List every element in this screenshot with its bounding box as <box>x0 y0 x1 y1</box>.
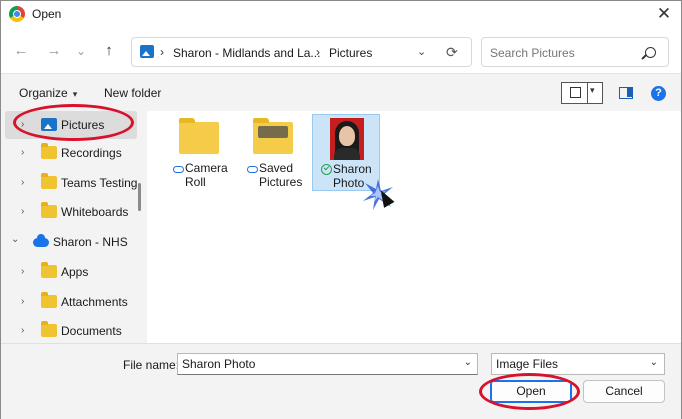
file-name: Camera Roll <box>185 161 228 189</box>
folder-icon <box>41 173 57 189</box>
dialog-footer: File name: Sharon Photo ⌄ Image Files ⌄ … <box>1 343 681 419</box>
folder-icon <box>41 292 57 308</box>
recent-locations-button[interactable]: ⌄ <box>71 41 91 61</box>
chevron-down-icon: ▾ <box>72 89 78 99</box>
file-name-input[interactable]: Sharon Photo ⌄ <box>177 353 478 375</box>
sidebar-item-label: Recordings <box>61 146 122 160</box>
sidebar-item-recordings[interactable]: › Recordings <box>5 139 137 167</box>
up-button[interactable]: ↑ <box>99 41 119 61</box>
address-history-dropdown[interactable]: ⌄ <box>417 45 426 58</box>
help-icon[interactable]: ? <box>651 86 666 101</box>
sidebar-item-label: Documents <box>61 324 122 338</box>
pictures-folder-icon <box>253 118 293 154</box>
chevron-right-icon[interactable]: › <box>21 325 24 336</box>
folder-icon <box>41 262 57 278</box>
folder-icon <box>41 143 57 159</box>
search-placeholder: Search Pictures <box>490 46 575 60</box>
search-input[interactable]: Search Pictures <box>481 37 669 67</box>
file-item-saved-pictures[interactable]: Saved Pictures <box>239 114 307 191</box>
dialog-title: Open <box>32 7 62 21</box>
chevron-right-icon[interactable]: › <box>21 147 24 158</box>
chevron-down-icon[interactable]: ⌄ <box>11 234 19 245</box>
breadcrumb-pictures[interactable]: Pictures <box>329 46 372 60</box>
search-icon <box>645 47 656 58</box>
chevron-right-icon[interactable]: › <box>21 206 24 217</box>
file-name-value: Sharon Photo <box>182 357 256 371</box>
change-view-button[interactable]: ▾ <box>561 82 603 104</box>
sidebar-item-label: Pictures <box>61 118 105 132</box>
chevron-down-icon: ⌄ <box>649 357 658 368</box>
view-options-dropdown[interactable]: ▾ <box>590 85 595 96</box>
open-file-dialog: Open ✕ ← → ⌄ ↑ › Sharon - Midlands and L… <box>0 0 682 419</box>
sidebar-item-sharon-nhs[interactable]: ⌄ Sharon - NHS <box>1 228 133 256</box>
folder-icon <box>41 202 57 218</box>
command-toolbar: Organize ▾ New folder ▾ ? <box>1 73 681 111</box>
chevron-right-icon[interactable]: › <box>21 177 24 188</box>
synced-check-icon <box>321 164 332 175</box>
file-type-value: Image Files <box>496 357 559 371</box>
file-name: Saved Pictures <box>259 161 303 189</box>
open-button[interactable]: Open <box>490 380 572 403</box>
breadcrumb-separator: › <box>160 45 164 59</box>
sidebar-item-apps[interactable]: › Apps <box>5 258 137 286</box>
forward-button[interactable]: → <box>44 41 64 61</box>
sidebar-item-pictures[interactable]: › Pictures <box>5 111 137 139</box>
navigation-bar: ← → ⌄ ↑ › Sharon - Midlands and La... › … <box>1 27 681 73</box>
address-bar[interactable]: › Sharon - Midlands and La... › Pictures… <box>131 37 472 67</box>
file-item-camera-roll[interactable]: Camera Roll <box>165 114 233 191</box>
sidebar-item-whiteboards[interactable]: › Whiteboards <box>5 198 137 226</box>
cancel-button[interactable]: Cancel <box>583 380 665 403</box>
pictures-icon <box>41 118 57 131</box>
new-folder-button[interactable]: New folder <box>104 86 161 100</box>
sidebar-item-label: Whiteboards <box>61 205 129 219</box>
preview-pane-icon[interactable] <box>619 87 633 99</box>
refresh-icon[interactable]: ⟳ <box>446 44 458 61</box>
sidebar-item-attachments[interactable]: › Attachments <box>5 288 137 316</box>
pictures-location-icon <box>140 45 154 58</box>
file-list: Camera Roll Saved Pictures Sharon Photo <box>147 111 681 343</box>
folder-icon <box>41 321 57 337</box>
view-icon <box>562 83 588 103</box>
cloud-icon <box>247 166 258 173</box>
photo-thumbnail <box>330 118 364 160</box>
breadcrumb-separator: › <box>316 45 320 59</box>
chevron-right-icon[interactable]: › <box>21 119 24 130</box>
folder-icon <box>179 118 219 154</box>
navigation-pane: › Pictures › Recordings › Teams Testing … <box>1 111 146 343</box>
chevron-right-icon[interactable]: › <box>21 296 24 307</box>
chevron-right-icon[interactable]: › <box>21 266 24 277</box>
title-bar: Open ✕ <box>1 1 681 27</box>
sidebar-scrollbar[interactable] <box>138 183 141 211</box>
back-button[interactable]: ← <box>11 41 31 61</box>
file-name-label: File name: <box>123 358 180 372</box>
sidebar-item-label: Sharon - NHS <box>53 235 128 249</box>
onedrive-cloud-icon <box>33 234 49 247</box>
sidebar-item-label: Teams Testing <box>61 176 138 190</box>
breadcrumb-onedrive[interactable]: Sharon - Midlands and La... <box>173 46 320 60</box>
close-button[interactable]: ✕ <box>647 1 681 27</box>
file-type-select[interactable]: Image Files ⌄ <box>491 353 665 375</box>
sidebar-item-teams-testing[interactable]: › Teams Testing <box>5 169 137 197</box>
organize-label: Organize <box>19 86 68 100</box>
chevron-down-icon[interactable]: ⌄ <box>464 357 472 368</box>
cloud-icon <box>173 166 184 173</box>
sidebar-item-label: Attachments <box>61 295 128 309</box>
sidebar-item-documents[interactable]: › Documents <box>5 317 137 343</box>
organize-menu[interactable]: Organize ▾ <box>19 86 77 100</box>
sidebar-item-label: Apps <box>61 265 89 279</box>
chrome-app-icon <box>9 6 25 22</box>
